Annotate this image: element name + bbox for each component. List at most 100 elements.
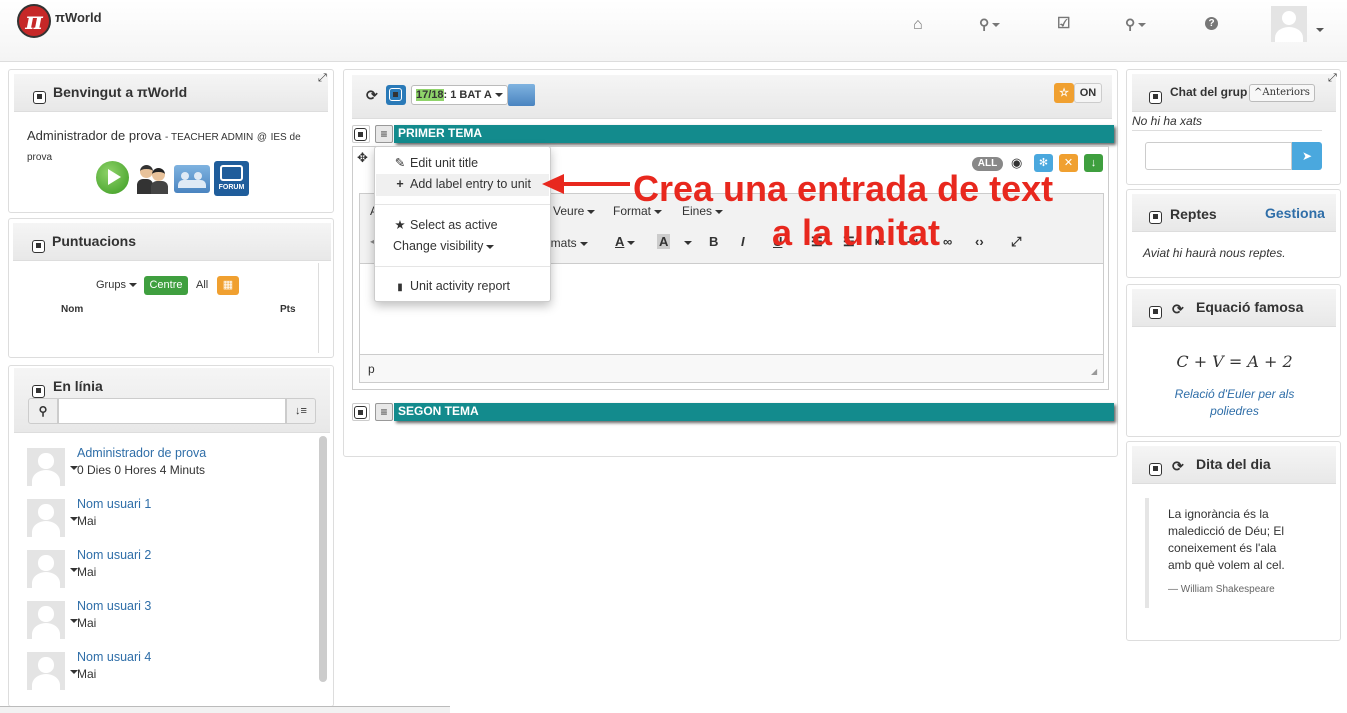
- resize-handle[interactable]: ◢: [1091, 367, 1097, 376]
- app-brand[interactable]: πWorld: [55, 10, 102, 25]
- paperclip-icon[interactable]: ⚲: [979, 16, 1001, 33]
- pencil-icon: ✎: [394, 156, 406, 170]
- help-icon[interactable]: ?: [1205, 17, 1218, 30]
- online-user-row[interactable]: Nom usuari 4 Mai: [23, 650, 313, 698]
- expand-icon[interactable]: ⤢: [1328, 72, 1337, 85]
- close-icon[interactable]: ✕: [1059, 154, 1078, 172]
- menu-change-visibility[interactable]: Change visibility: [393, 239, 495, 253]
- panel-header: Chat del grup ^Anteriors: [1132, 74, 1336, 112]
- paperclip-icon[interactable]: ⚲: [1125, 16, 1147, 33]
- avatar[interactable]: [27, 652, 65, 690]
- move-icon[interactable]: ✥: [357, 150, 368, 166]
- scroll-divider: [318, 263, 319, 353]
- collapse-icon[interactable]: [33, 90, 46, 104]
- annotation-line-2: a la unitat: [772, 212, 941, 253]
- user-role: TEACHER ADMIN: [170, 132, 254, 143]
- unit-bar-1[interactable]: PRIMER TEMA: [394, 125, 1114, 143]
- menu-select-active[interactable]: ★ Select as active: [393, 217, 497, 232]
- online-user-name[interactable]: Nom usuari 2: [77, 548, 151, 562]
- collapse-icon[interactable]: [1149, 210, 1162, 224]
- panel-title: Puntuacions: [52, 233, 137, 249]
- collapse-all-button[interactable]: [386, 85, 406, 105]
- menu-divider: [375, 204, 550, 205]
- welcome-panel: Benvingut a πWorld ⤢ Administrador de pr…: [8, 69, 334, 213]
- user-menu-caret-icon[interactable]: [1316, 28, 1324, 32]
- star-icon[interactable]: ☆: [1054, 83, 1074, 103]
- collapse-icon[interactable]: [32, 239, 45, 253]
- online-user-row[interactable]: Nom usuari 1 Mai: [23, 497, 313, 545]
- column-points: Pts: [280, 304, 296, 315]
- all-button[interactable]: All: [196, 279, 208, 291]
- panel-header: Benvingut a πWorld: [14, 74, 328, 112]
- online-search-input[interactable]: [58, 398, 286, 424]
- refresh-icon[interactable]: ⟳: [1172, 458, 1184, 475]
- unit-collapse-icon[interactable]: [352, 403, 370, 421]
- italic-icon[interactable]: I: [741, 234, 745, 249]
- avatar[interactable]: [27, 550, 65, 588]
- home-icon[interactable]: ⌂: [913, 16, 923, 34]
- group-folder-icon[interactable]: [508, 84, 535, 106]
- formula-caption[interactable]: Relació d'Euler per als poliedres: [1162, 386, 1307, 420]
- text-color-icon[interactable]: A: [615, 234, 636, 249]
- group-folder-icon[interactable]: [174, 165, 210, 193]
- centre-button[interactable]: Centre: [144, 276, 188, 295]
- user-avatar[interactable]: [1271, 6, 1307, 42]
- equation-panel: ⟳ Equació famosa C + V = A + 2 Relació d…: [1126, 284, 1341, 437]
- collapse-icon[interactable]: [1149, 90, 1162, 104]
- online-user-name[interactable]: Nom usuari 3: [77, 599, 151, 613]
- previous-button[interactable]: ^Anteriors: [1249, 84, 1315, 102]
- bg-color-icon[interactable]: A: [657, 234, 671, 249]
- play-icon[interactable]: [96, 161, 129, 194]
- unit-menu-icon[interactable]: ≡: [375, 403, 393, 421]
- avatar[interactable]: [27, 601, 65, 639]
- unit-menu-icon[interactable]: ≡: [375, 125, 393, 143]
- collapse-icon[interactable]: [32, 384, 45, 398]
- quote-text: La ignorància és la maledicció de Déu; E…: [1168, 507, 1285, 572]
- manage-link[interactable]: Gestiona: [1265, 205, 1325, 221]
- online-user-name[interactable]: Nom usuari 4: [77, 650, 151, 664]
- panel-header: Puntuacions: [13, 223, 331, 261]
- panel-title: En línia: [53, 378, 103, 394]
- download-icon[interactable]: ↓: [1084, 154, 1103, 172]
- challenges-panel: Reptes Gestiona Aviat hi haurà nous rept…: [1126, 189, 1341, 278]
- plus-icon: +: [396, 177, 404, 191]
- online-user-row[interactable]: Nom usuari 2 Mai: [23, 548, 313, 596]
- avatar[interactable]: [27, 448, 65, 486]
- avatar[interactable]: [27, 499, 65, 537]
- bg-color-caret-icon[interactable]: [684, 241, 692, 245]
- calendar-icon[interactable]: ▦: [217, 276, 239, 295]
- app-logo[interactable]: π: [17, 4, 51, 38]
- fullscreen-icon[interactable]: ⤢: [1011, 234, 1021, 250]
- menu-unit-activity-report[interactable]: ▮ Unit activity report: [393, 279, 510, 293]
- link-icon[interactable]: ∞: [943, 234, 952, 249]
- groups-dropdown[interactable]: Grups: [96, 279, 137, 291]
- teachers-icon[interactable]: [137, 163, 169, 194]
- panel-header: ⟳ Equació famosa: [1132, 289, 1336, 327]
- unit-title: SEGON TEMA: [398, 404, 479, 418]
- bold-icon[interactable]: B: [709, 234, 718, 249]
- edit-icon[interactable]: ☑: [1057, 14, 1070, 32]
- collapse-icon[interactable]: [1149, 462, 1162, 476]
- menu-view[interactable]: Veure: [553, 204, 596, 218]
- online-user-name[interactable]: Administrador de prova: [77, 446, 206, 460]
- online-user-name[interactable]: Nom usuari 1: [77, 497, 151, 511]
- refresh-icon[interactable]: ⟳: [1172, 301, 1184, 318]
- refresh-icon[interactable]: ⟳: [366, 87, 378, 104]
- course-selector[interactable]: 17/18: 1 BAT A: [411, 85, 508, 105]
- sort-icon[interactable]: ↓≡: [286, 398, 316, 424]
- forum-icon[interactable]: FORUM: [214, 161, 249, 196]
- expand-icon[interactable]: ⤢: [318, 72, 327, 85]
- online-user-row[interactable]: Nom usuari 3 Mai: [23, 599, 313, 647]
- send-icon[interactable]: ➤: [1292, 142, 1322, 170]
- unit-collapse-icon[interactable]: [352, 125, 370, 143]
- code-icon[interactable]: ‹›: [975, 234, 984, 249]
- online-user-row[interactable]: Administrador de prova 0 Dies 0 Hores 4 M…: [23, 446, 313, 494]
- menu-edit-unit-title[interactable]: ✎ Edit unit title: [393, 155, 478, 170]
- chat-input[interactable]: [1145, 142, 1292, 170]
- menu-add-label-entry[interactable]: + Add label entry to unit: [393, 177, 531, 191]
- unit-bar-2[interactable]: SEGON TEMA: [394, 403, 1114, 421]
- scrollbar[interactable]: [319, 436, 327, 682]
- collapse-icon[interactable]: [1149, 305, 1162, 319]
- on-toggle[interactable]: ON: [1074, 83, 1102, 103]
- search-icon[interactable]: ⚲: [28, 398, 58, 424]
